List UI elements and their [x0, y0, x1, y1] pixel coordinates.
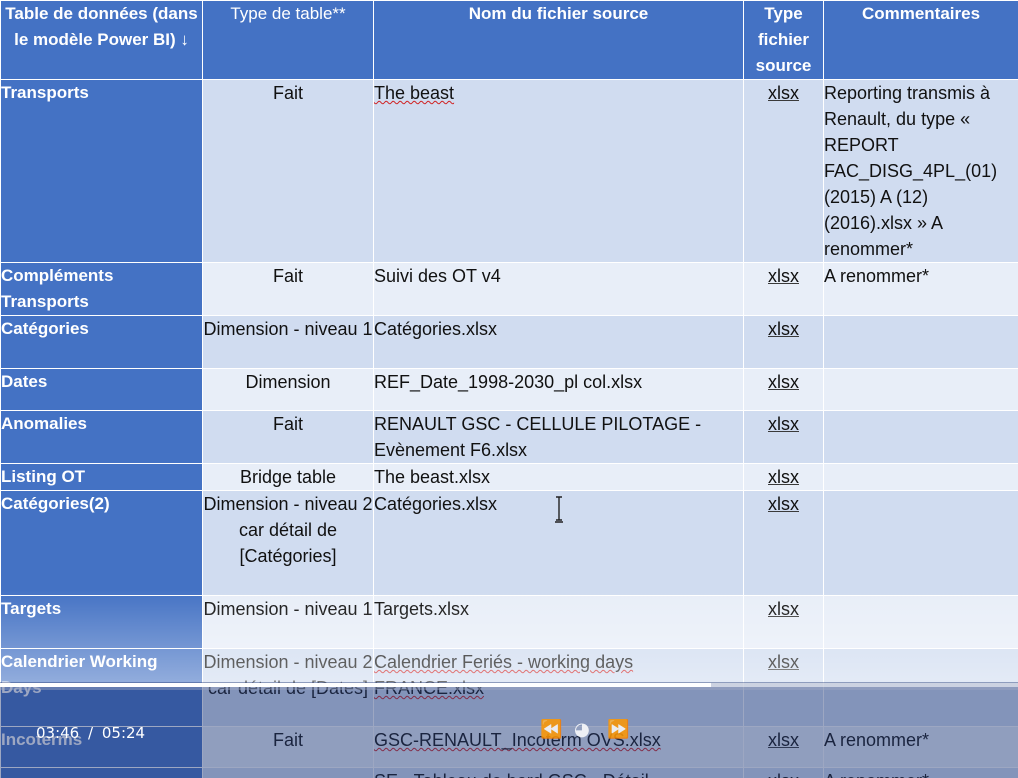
header-table-name: Table de données (dans le modèle Power B… [0, 0, 203, 80]
row-filetype: xlsx [743, 315, 824, 369]
header-source-file: Nom du fichier source [373, 0, 744, 80]
row-name: Compléments Transports [0, 262, 203, 316]
row-comment [823, 410, 1018, 464]
row-type: Dimension [202, 368, 374, 411]
player-controls-band [0, 682, 1018, 778]
time-separator: / [88, 724, 94, 742]
row-filetype: xlsx [743, 79, 824, 263]
row-filetype: xlsx [743, 463, 824, 491]
row-type: Dimension - niveau 2 car détail de [Caté… [202, 490, 374, 596]
row-source: Targets.xlsx [373, 595, 744, 649]
row-comment: A renommer* [823, 262, 1018, 316]
row-source: Catégories.xlsx [373, 315, 744, 369]
row-comment [823, 463, 1018, 491]
row-name: Transports [0, 79, 203, 263]
time-display: 03:46 / 05:24 [36, 724, 145, 742]
row-source: REF_Date_1998-2030_pl col.xlsx [373, 368, 744, 411]
row-type: Fait [202, 79, 374, 263]
table-row: Targets Dimension - niveau 1 Targets.xls… [0, 595, 1018, 649]
row-name: Dates [0, 368, 203, 411]
text-cursor-icon [555, 496, 563, 523]
table-row: Dates Dimension REF_Date_1998-2030_pl co… [0, 368, 1018, 411]
row-filetype: xlsx [743, 410, 824, 464]
table-row: Catégories Dimension - niveau 1 Catégori… [0, 315, 1018, 369]
row-comment: Reporting transmis à Renault, du type « … [823, 79, 1018, 263]
speed-icon[interactable]: ◕ [574, 719, 590, 740]
row-name: Catégories [0, 315, 203, 369]
row-name: Anomalies [0, 410, 203, 464]
progress-bar[interactable] [0, 683, 1018, 687]
current-time: 03:46 [36, 724, 80, 742]
duration: 05:24 [101, 724, 146, 742]
row-filetype: xlsx [743, 262, 824, 316]
rewind-icon[interactable]: ⏪ [540, 719, 562, 740]
header-file-type: Type fichier source [743, 0, 824, 80]
progress-fill [0, 683, 711, 687]
row-name: Targets [0, 595, 203, 649]
header-comments: Commentaires [823, 0, 1018, 80]
row-comment [823, 490, 1018, 596]
row-type: Fait [202, 262, 374, 316]
row-type: Dimension - niveau 1 [202, 595, 374, 649]
table-row: Listing OT Bridge table The beast.xlsx x… [0, 463, 1018, 491]
table-row: Compléments Transports Fait Suivi des OT… [0, 262, 1018, 316]
row-source: The beast [373, 79, 744, 263]
row-comment [823, 595, 1018, 649]
row-name: Listing OT [0, 463, 203, 491]
row-type: Fait [202, 410, 374, 464]
row-source: RENAULT GSC - CELLULE PILOTAGE - Evèneme… [373, 410, 744, 464]
row-filetype: xlsx [743, 595, 824, 649]
row-type: Bridge table [202, 463, 374, 491]
row-name: Catégories(2) [0, 490, 203, 596]
table-row: Anomalies Fait RENAULT GSC - CELLULE PIL… [0, 410, 1018, 464]
row-filetype: xlsx [743, 368, 824, 411]
data-table: Table de données (dans le modèle Power B… [0, 0, 1018, 778]
row-filetype: xlsx [743, 490, 824, 596]
fast-forward-icon[interactable]: ⏩ [607, 719, 629, 740]
row-source: The beast.xlsx [373, 463, 744, 491]
table-row: Transports Fait The beast xlsx Reporting… [0, 79, 1018, 263]
header-row: Table de données (dans le modèle Power B… [0, 0, 1018, 80]
row-type: Dimension - niveau 1 [202, 315, 374, 369]
row-comment [823, 315, 1018, 369]
header-table-type: Type de table** [202, 0, 374, 80]
row-source: Suivi des OT v4 [373, 262, 744, 316]
screen: Table de données (dans le modèle Power B… [0, 0, 1018, 778]
table-row: Catégories(2) Dimension - niveau 2 car d… [0, 490, 1018, 596]
row-comment [823, 368, 1018, 411]
